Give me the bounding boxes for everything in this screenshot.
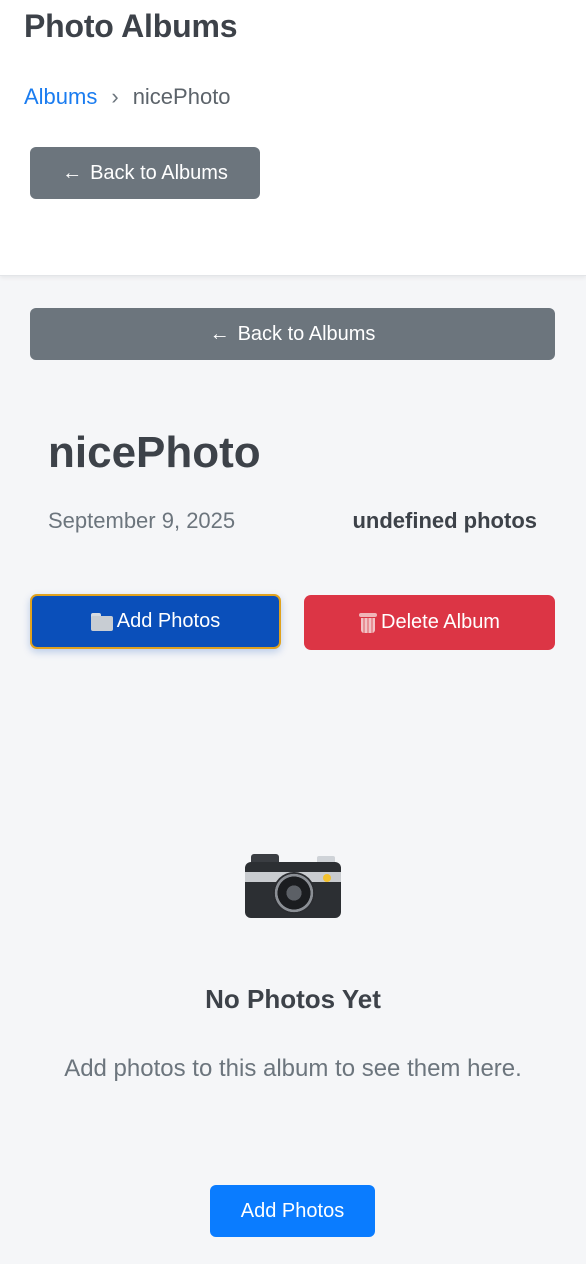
empty-state-description: Add photos to this album to see them her… [64, 1055, 522, 1082]
add-photos-button[interactable]: Add Photos [30, 594, 281, 649]
back-to-albums-button-main[interactable]: ← Back to Albums [30, 308, 555, 360]
breadcrumb-current: nicePhoto [132, 84, 231, 109]
back-button-label: Back to Albums [90, 161, 228, 184]
arrow-left-icon: ← [62, 161, 83, 184]
trash-icon [359, 612, 378, 633]
back-to-albums-button[interactable]: ← Back to Albums [30, 147, 260, 199]
folder-icon [90, 612, 113, 631]
page-header: Photo Albums Albums › nicePhoto ← Back t… [0, 0, 586, 276]
add-photos-empty-label: Add Photos [240, 1199, 345, 1222]
delete-album-label: Delete Album [381, 611, 500, 633]
breadcrumb-albums-link[interactable]: Albums [24, 84, 97, 110]
breadcrumb: Albums › nicePhoto [24, 84, 231, 110]
album-title: nicePhoto [48, 428, 261, 477]
album-date: September 9, 2025 [48, 508, 236, 533]
camera-icon [245, 852, 341, 918]
delete-album-button[interactable]: Delete Album [304, 595, 555, 650]
add-photos-empty-button[interactable]: Add Photos [210, 1185, 375, 1237]
breadcrumb-separator: › [111, 84, 119, 109]
add-photos-label: Add Photos [116, 610, 221, 632]
photo-count: undefined photos [352, 508, 537, 533]
back-button-label: Back to Albums [237, 322, 376, 345]
app-title: Photo Albums [24, 8, 238, 44]
arrow-left-icon: ← [209, 322, 230, 345]
empty-state-title: No Photos Yet [205, 984, 381, 1014]
